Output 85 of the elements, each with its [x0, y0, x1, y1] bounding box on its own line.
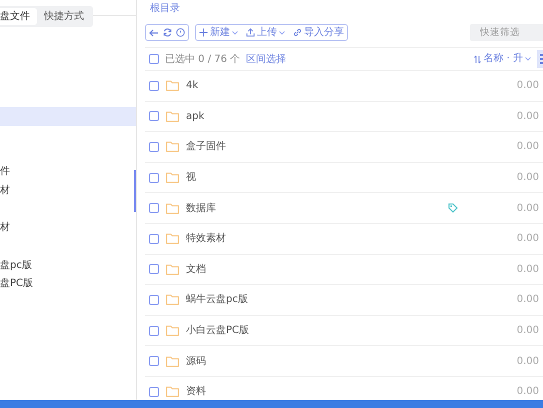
file-checkbox[interactable] [149, 386, 159, 397]
file-checkbox[interactable] [149, 326, 159, 336]
file-checkbox[interactable] [149, 80, 159, 91]
plus-icon [199, 28, 208, 37]
back-button[interactable] [149, 28, 159, 36]
file-row[interactable]: 文档 0.00 [145, 254, 543, 286]
folder-icon [166, 294, 179, 306]
file-size: 0.00 [516, 140, 539, 154]
range-select-link[interactable]: 区间选择 [246, 52, 286, 66]
file-row[interactable]: apk 0.00 [145, 102, 543, 132]
file-size: 0.00 [516, 232, 539, 246]
file-size: 0.00 [516, 79, 539, 94]
file-size: 0.00 [516, 110, 539, 124]
file-size: 0.00 [516, 354, 539, 369]
history-button[interactable] [176, 28, 185, 37]
tree-item-label[interactable]: 盘pc版 [0, 260, 32, 270]
filter-field[interactable]: 快速筛选 [470, 24, 543, 41]
folder-icon [166, 233, 179, 244]
refresh-button[interactable] [163, 28, 172, 37]
file-name: 小白云盘PC版 [186, 324, 250, 338]
file-name: 4k [186, 79, 198, 94]
caret-icon [525, 57, 531, 61]
folder-icon [166, 202, 179, 214]
file-size: 0.00 [516, 324, 539, 338]
file-row[interactable]: 数据库 0.00 [145, 193, 543, 224]
breadcrumb-link[interactable]: 根目录 [150, 2, 543, 16]
file-checkbox[interactable] [149, 264, 159, 274]
file-size: 0.00 [516, 385, 539, 400]
clock-icon [176, 28, 185, 37]
file-name: 特效素材 [186, 232, 226, 246]
sidebar-tab[interactable]: 盘文件 [0, 8, 37, 25]
file-checkbox[interactable] [149, 356, 159, 366]
tree-item-label[interactable]: 件 [0, 166, 10, 178]
upload-icon [246, 28, 255, 37]
file-row[interactable]: 源码 0.00 [145, 346, 543, 377]
folder-icon [166, 80, 179, 92]
back-arrow-icon [149, 28, 159, 36]
file-size: 0.00 [516, 262, 539, 277]
refresh-icon [163, 28, 172, 37]
more-button[interactable] [537, 50, 543, 68]
folder-icon [166, 325, 179, 336]
toolbar-button[interactable]: 新建 [199, 26, 238, 38]
sidebar-tab[interactable]: 快捷方式 [37, 8, 91, 25]
file-row[interactable]: 视 0.00 [145, 162, 543, 194]
file-row[interactable]: 蜗牛云盘pc版 0.00 [145, 285, 543, 316]
tree-item-label[interactable]: 材 [0, 222, 10, 234]
scrollbar-thumb[interactable] [134, 170, 136, 212]
folder-icon [166, 264, 179, 275]
file-name: 资料 [186, 384, 206, 400]
sort-icon [474, 54, 482, 64]
file-name: 数据库 [186, 202, 216, 216]
file-name: 文档 [186, 262, 206, 277]
tree-item-label[interactable]: 盘PC版 [0, 278, 34, 290]
folder-icon [166, 172, 179, 184]
file-name: apk [186, 110, 204, 124]
file-size: 0.00 [516, 202, 539, 216]
file-row[interactable]: 特效素材 0.00 [145, 224, 543, 255]
file-checkbox[interactable] [149, 111, 159, 122]
file-row[interactable]: 盒子固件 0.00 [145, 132, 543, 163]
file-checkbox[interactable] [149, 172, 159, 183]
file-name: 视 [186, 170, 196, 186]
folder-icon [166, 110, 179, 122]
file-size: 0.00 [516, 293, 539, 308]
select-all-checkbox[interactable] [149, 54, 159, 64]
file-checkbox[interactable] [149, 142, 159, 152]
toolbar-button[interactable]: 导入分享 [293, 26, 344, 38]
toolbar-button[interactable]: 上传 [246, 26, 285, 38]
folder-icon [166, 386, 179, 398]
file-row[interactable]: 小白云盘PC版 0.00 [145, 316, 543, 346]
folder-icon [166, 141, 179, 152]
file-checkbox[interactable] [149, 203, 159, 214]
more-icon [540, 54, 543, 64]
file-name: 盒子固件 [186, 140, 226, 154]
selection-count: 已选中 0 / 76 个 [165, 52, 240, 66]
tree-item-label[interactable]: 材 [0, 184, 10, 196]
file-checkbox[interactable] [149, 234, 159, 244]
link-icon [293, 28, 302, 37]
file-name: 蜗牛云盘pc版 [186, 292, 248, 308]
tag-icon [448, 203, 458, 214]
file-checkbox[interactable] [149, 294, 159, 305]
file-size: 0.00 [516, 171, 539, 186]
file-row[interactable]: 4k 0.00 [145, 71, 543, 102]
folder-icon [166, 356, 179, 367]
sort-button[interactable]: 名称 · 升 [474, 53, 531, 65]
file-name: 源码 [186, 354, 206, 369]
